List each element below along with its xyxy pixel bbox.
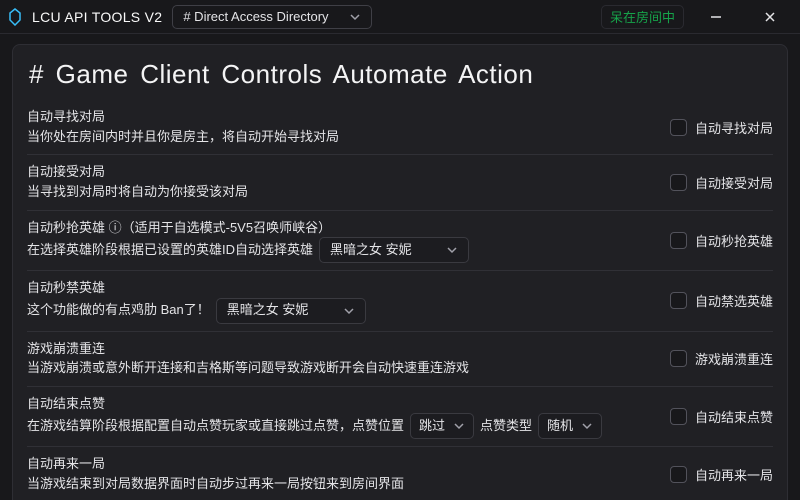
row-title: 自动秒抢英雄 ⓘ（适用于自选模式-5V5召唤师峡谷） xyxy=(27,218,656,238)
close-button[interactable] xyxy=(748,0,792,34)
row-desc: 在选择英雄阶段根据已设置的英雄ID自动选择英雄 黑暗之女 安妮 xyxy=(27,237,656,263)
checkbox-icon xyxy=(670,350,687,367)
automate-card: # Game Client Controls Automate Action 自… xyxy=(12,44,788,500)
checkbox-auto-accept-match[interactable]: 自动接受对局 xyxy=(670,173,773,192)
row-title: 自动结束点赞 xyxy=(27,394,656,414)
checkbox-icon xyxy=(670,119,687,136)
titlebar: LCU API TOOLS V2 # Direct Access Directo… xyxy=(0,0,800,34)
checkbox-icon xyxy=(670,408,687,425)
select-ban-champion[interactable]: 黑暗之女 安妮 xyxy=(216,298,366,324)
checkbox-icon xyxy=(670,292,687,309)
select-honor-type[interactable]: 随机 xyxy=(538,413,602,439)
select-value: 随机 xyxy=(547,416,573,437)
checkbox-label: 自动结束点赞 xyxy=(695,407,773,426)
checkbox-auto-ban-champion[interactable]: 自动禁选英雄 xyxy=(670,291,773,310)
checkbox-label: 自动禁选英雄 xyxy=(695,291,773,310)
select-value: 黑暗之女 安妮 xyxy=(330,240,412,261)
row-auto-honor: 自动结束点赞 在游戏结算阶段根据配置自动点赞玩家或直接跳过点赞，点赞位置 跳过 … xyxy=(27,386,773,447)
checkbox-auto-pick-champion[interactable]: 自动秒抢英雄 xyxy=(670,231,773,250)
select-pick-champion[interactable]: 黑暗之女 安妮 xyxy=(319,237,469,263)
checkbox-label: 自动寻找对局 xyxy=(695,118,773,137)
row-desc-text: 这个功能做的有点鸡肋 Ban了！ xyxy=(27,300,210,321)
chevron-down-icon xyxy=(453,420,465,432)
checkbox-label: 自动再来一局 xyxy=(695,465,773,484)
row-auto-find-match: 自动寻找对局 当你处在房间内时并且你是房主，将自动开始寻找对局 自动寻找对局 xyxy=(27,100,773,154)
chevron-down-icon xyxy=(349,11,361,23)
minimize-button[interactable] xyxy=(694,0,738,34)
app-logo-icon xyxy=(8,8,22,26)
checkbox-label: 自动秒抢英雄 xyxy=(695,231,773,250)
nav-directory-value: # Direct Access Directory xyxy=(183,9,328,24)
row-auto-pick-champion: 自动秒抢英雄 ⓘ（适用于自选模式-5V5召唤师峡谷） 在选择英雄阶段根据已设置的… xyxy=(27,210,773,271)
row-desc: 当游戏结束到对局数据界面时自动步过再来一局按钮来到房间界面 xyxy=(27,474,656,495)
row-auto-accept-match: 自动接受对局 当寻找到对局时将自动为你接受该对局 自动接受对局 xyxy=(27,154,773,209)
checkbox-auto-play-again[interactable]: 自动再来一局 xyxy=(670,465,773,484)
row-auto-play-again: 自动再来一局 当游戏结束到对局数据界面时自动步过再来一局按钮来到房间界面 自动再… xyxy=(27,446,773,500)
row-title: 自动接受对局 xyxy=(27,162,656,182)
main-scroll[interactable]: # Game Client Controls Automate Action 自… xyxy=(0,34,800,500)
select-value: 跳过 xyxy=(419,416,445,437)
honor-type-label: 点赞类型 xyxy=(480,416,532,437)
row-desc: 当寻找到对局时将自动为你接受该对局 xyxy=(27,182,656,203)
row-desc: 当游戏崩溃或意外断开连接和吉格斯等问题导致游戏断开会自动快速重连游戏 xyxy=(27,358,656,379)
chevron-down-icon xyxy=(446,244,458,256)
row-title: 自动寻找对局 xyxy=(27,107,656,127)
automate-heading: # Game Client Controls Automate Action xyxy=(27,53,773,100)
checkbox-icon xyxy=(670,174,687,191)
checkbox-crash-reconnect[interactable]: 游戏崩溃重连 xyxy=(670,349,773,368)
client-status: 呆在房间中 xyxy=(601,5,684,29)
checkbox-icon xyxy=(670,466,687,483)
row-title: 自动再来一局 xyxy=(27,454,656,474)
select-honor-position[interactable]: 跳过 xyxy=(410,413,474,439)
checkbox-auto-find-match[interactable]: 自动寻找对局 xyxy=(670,118,773,137)
checkbox-auto-honor[interactable]: 自动结束点赞 xyxy=(670,407,773,426)
row-crash-reconnect: 游戏崩溃重连 当游戏崩溃或意外断开连接和吉格斯等问题导致游戏断开会自动快速重连游… xyxy=(27,331,773,386)
row-auto-ban-champion: 自动秒禁英雄 这个功能做的有点鸡肋 Ban了！ 黑暗之女 安妮 自动禁选英雄 xyxy=(27,270,773,331)
row-title: 游戏崩溃重连 xyxy=(27,339,656,359)
checkbox-icon xyxy=(670,232,687,249)
nav-directory-select[interactable]: # Direct Access Directory xyxy=(172,5,372,29)
checkbox-label: 自动接受对局 xyxy=(695,173,773,192)
row-desc: 这个功能做的有点鸡肋 Ban了！ 黑暗之女 安妮 xyxy=(27,298,656,324)
select-value: 黑暗之女 安妮 xyxy=(227,300,309,321)
app-title: LCU API TOOLS V2 xyxy=(32,9,162,25)
row-title: 自动秒禁英雄 xyxy=(27,278,656,298)
checkbox-label: 游戏崩溃重连 xyxy=(695,349,773,368)
row-desc: 在游戏结算阶段根据配置自动点赞玩家或直接跳过点赞，点赞位置 跳过 点赞类型 随机 xyxy=(27,413,656,439)
chevron-down-icon xyxy=(581,420,593,432)
row-desc-text: 在选择英雄阶段根据已设置的英雄ID自动选择英雄 xyxy=(27,240,313,261)
row-desc-text: 在游戏结算阶段根据配置自动点赞玩家或直接跳过点赞，点赞位置 xyxy=(27,416,404,437)
chevron-down-icon xyxy=(343,305,355,317)
row-desc: 当你处在房间内时并且你是房主，将自动开始寻找对局 xyxy=(27,127,656,148)
